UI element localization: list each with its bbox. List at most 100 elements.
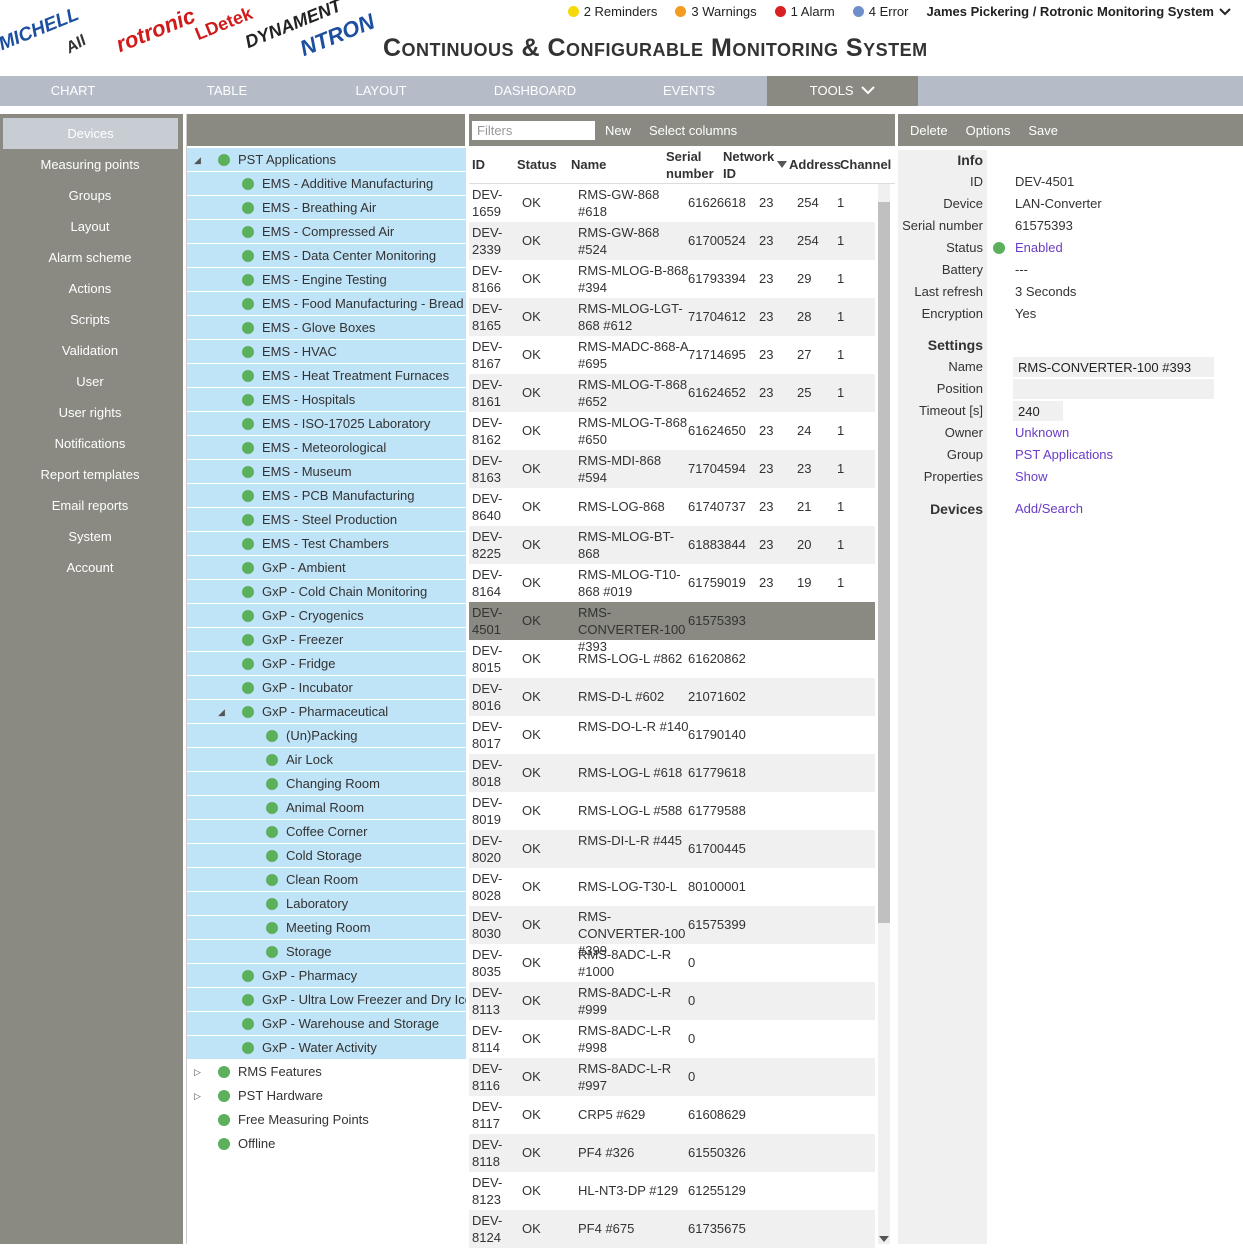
tree-item-ems-pcb-manufacturing[interactable]: EMS - PCB Manufacturing bbox=[187, 484, 466, 508]
filter-input[interactable] bbox=[472, 120, 595, 140]
name-field[interactable] bbox=[1013, 357, 1214, 377]
table-row[interactable]: DEV-8016 OK RMS-D-L #602 21071602 bbox=[469, 678, 875, 716]
tree-item-ems-additive-manufacturing[interactable]: EMS - Additive Manufacturing bbox=[187, 172, 466, 196]
tree-item-gxp-fridge[interactable]: GxP - Fridge bbox=[187, 652, 466, 676]
table-row[interactable]: DEV-8030 OK RMS-CONVERTER-100 #399 61575399 bbox=[469, 906, 875, 958]
scroll-down-arrow-icon[interactable] bbox=[879, 1236, 889, 1242]
tab-tools[interactable]: TOOLS bbox=[767, 76, 918, 106]
delete-button[interactable]: Delete bbox=[910, 123, 948, 138]
tree-item-animal-room[interactable]: Animal Room bbox=[187, 796, 466, 820]
tree-item-ems-engine-testing[interactable]: EMS - Engine Testing bbox=[187, 268, 466, 292]
tree-item-ems-data-center-monitoring[interactable]: EMS - Data Center Monitoring bbox=[187, 244, 466, 268]
tree-item-gxp-water-activity[interactable]: GxP - Water Activity bbox=[187, 1036, 466, 1060]
col-header-status[interactable]: Status bbox=[517, 156, 557, 173]
status-enabled-link[interactable]: Enabled bbox=[1015, 240, 1063, 255]
tree-item-ems-hvac[interactable]: EMS - HVAC bbox=[187, 340, 466, 364]
tree-item-gxp-incubator[interactable]: GxP - Incubator bbox=[187, 676, 466, 700]
collapse-icon[interactable]: ▷ bbox=[194, 1084, 201, 1108]
tab-dashboard[interactable]: DASHBOARD bbox=[462, 76, 608, 106]
sidebar-item-validation[interactable]: Validation bbox=[0, 335, 180, 366]
table-row[interactable]: DEV-8165 OK RMS-MLOG-LGT-868 #612 71704612 2… bbox=[469, 298, 875, 336]
collapse-icon[interactable]: ◢ bbox=[194, 148, 201, 171]
new-button[interactable]: New bbox=[605, 123, 631, 138]
tree-item-ems-steel-production[interactable]: EMS - Steel Production bbox=[187, 508, 466, 532]
collapse-icon[interactable]: ▷ bbox=[194, 1060, 201, 1084]
tree-item-gxp-freezer[interactable]: GxP - Freezer bbox=[187, 628, 466, 652]
table-row[interactable]: DEV-8640 OK RMS-LOG-868 61740737 23 21 1 bbox=[469, 488, 875, 526]
sidebar-item-measuring-points[interactable]: Measuring points bbox=[0, 149, 180, 180]
position-field[interactable] bbox=[1013, 379, 1214, 399]
tree-item-rms-features[interactable]: ▷ RMS Features bbox=[187, 1060, 466, 1084]
tree-item-ems-museum[interactable]: EMS - Museum bbox=[187, 460, 466, 484]
col-header-channel[interactable]: Channel bbox=[840, 156, 891, 173]
select-columns-button[interactable]: Select columns bbox=[649, 123, 737, 138]
sidebar-item-layout[interactable]: Layout bbox=[0, 211, 180, 242]
tab-events[interactable]: EVENTS bbox=[616, 76, 762, 106]
tree-item-ems-iso-17025-laboratory[interactable]: EMS - ISO-17025 Laboratory bbox=[187, 412, 466, 436]
table-row[interactable]: DEV-8167 OK RMS-MADC-868-A #695 71714695 23 2… bbox=[469, 336, 875, 374]
table-row[interactable]: DEV-8225 OK RMS-MLOG-BT-868 61883844 23 20 1 bbox=[469, 526, 875, 564]
tree-item-ems-hospitals[interactable]: EMS - Hospitals bbox=[187, 388, 466, 412]
tree-item-coffee-corner[interactable]: Coffee Corner bbox=[187, 820, 466, 844]
table-row[interactable]: DEV-8163 OK RMS-MDI-868 #594 71704594 23 23 1 bbox=[469, 450, 875, 488]
group-link[interactable]: PST Applications bbox=[1015, 447, 1113, 462]
table-row[interactable]: DEV-8035 OK RMS-8ADC-L-R #1000 0 bbox=[469, 944, 875, 982]
table-row[interactable]: DEV-8118 OK PF4 #326 61550326 bbox=[469, 1134, 875, 1172]
table-row[interactable]: DEV-8019 OK RMS-LOG-L #588 61779588 bbox=[469, 792, 875, 830]
sort-desc-icon[interactable] bbox=[777, 161, 787, 168]
tree-item-free-measuring-points[interactable]: Free Measuring Points bbox=[187, 1108, 466, 1132]
add-search-link[interactable]: Add/Search bbox=[1015, 501, 1083, 516]
tree-item-offline[interactable]: Offline bbox=[187, 1132, 466, 1156]
tree-item-ems-glove-boxes[interactable]: EMS - Glove Boxes bbox=[187, 316, 466, 340]
tree-item-gxp-cold-chain-monitoring[interactable]: GxP - Cold Chain Monitoring bbox=[187, 580, 466, 604]
tree-item-gxp-warehouse-and-storage[interactable]: GxP - Warehouse and Storage bbox=[187, 1012, 466, 1036]
table-row[interactable]: DEV-8015 OK RMS-LOG-L #862 61620862 bbox=[469, 640, 875, 678]
tab-table[interactable]: TABLE bbox=[154, 76, 300, 106]
col-header-name[interactable]: Name bbox=[571, 156, 606, 173]
sidebar-item-alarm-scheme[interactable]: Alarm scheme bbox=[0, 242, 180, 273]
tree-item-gxp-ultra-low-freezer-and-dry-ice[interactable]: GxP - Ultra Low Freezer and Dry Ice bbox=[187, 988, 466, 1012]
tree-item-pst-hardware[interactable]: ▷ PST Hardware bbox=[187, 1084, 466, 1108]
col-header-id[interactable]: ID bbox=[472, 156, 485, 173]
tree-item-ems-meteorological[interactable]: EMS - Meteorological bbox=[187, 436, 466, 460]
table-row[interactable]: DEV-8162 OK RMS-MLOG-T-868 #650 61624650 23 2… bbox=[469, 412, 875, 450]
table-row[interactable]: DEV-8124 OK PF4 #675 61735675 bbox=[469, 1210, 875, 1248]
sidebar-item-email-reports[interactable]: Email reports bbox=[0, 490, 180, 521]
table-row[interactable]: DEV-1659 OK RMS-GW-868 #618 61626618 23 254 1 bbox=[469, 184, 875, 222]
tree-item-cold-storage[interactable]: Cold Storage bbox=[187, 844, 466, 868]
reminders-indicator[interactable]: 2 Reminders bbox=[567, 4, 657, 19]
table-row[interactable]: DEV-8123 OK HL-NT3-DP #129 61255129 bbox=[469, 1172, 875, 1210]
tree-item-air-lock[interactable]: Air Lock bbox=[187, 748, 466, 772]
collapse-icon[interactable]: ◢ bbox=[218, 700, 225, 723]
tree-item-ems-food-manufacturing-bread[interactable]: EMS - Food Manufacturing - Bread bbox=[187, 292, 466, 316]
table-row[interactable]: DEV-8161 OK RMS-MLOG-T-868 #652 61624652 23 2… bbox=[469, 374, 875, 412]
sidebar-item-report-templates[interactable]: Report templates bbox=[0, 459, 180, 490]
tree-item-gxp-pharmaceutical[interactable]: ◢ GxP - Pharmaceutical bbox=[187, 700, 466, 724]
timeout-field[interactable] bbox=[1013, 401, 1063, 421]
user-menu[interactable]: James Pickering / Rotronic Monitoring Sy… bbox=[926, 4, 1231, 19]
tree-item-meeting-room[interactable]: Meeting Room bbox=[187, 916, 466, 940]
warnings-indicator[interactable]: 3 Warnings bbox=[675, 4, 757, 19]
options-button[interactable]: Options bbox=[966, 123, 1011, 138]
table-row[interactable]: DEV-8017 OK RMS-DO-L-R #140 61790140 bbox=[469, 716, 875, 754]
col-header-serial[interactable]: Serial number bbox=[666, 148, 718, 182]
tree-item-clean-room[interactable]: Clean Room bbox=[187, 868, 466, 892]
table-row[interactable]: DEV-8114 OK RMS-8ADC-L-R #998 0 bbox=[469, 1020, 875, 1058]
sidebar-item-user[interactable]: User bbox=[0, 366, 180, 397]
tree-item-storage[interactable]: Storage bbox=[187, 940, 466, 964]
owner-link[interactable]: Unknown bbox=[1015, 425, 1069, 440]
table-scrollbar-thumb[interactable] bbox=[878, 202, 890, 923]
tree-item-un-packing[interactable]: (Un)Packing bbox=[187, 724, 466, 748]
table-row[interactable]: DEV-8164 OK RMS-MLOG-T10-868 #019 61759019 2… bbox=[469, 564, 875, 602]
alarm-indicator[interactable]: 1 Alarm bbox=[774, 4, 835, 19]
table-row[interactable]: DEV-8020 OK RMS-DI-L-R #445 61700445 bbox=[469, 830, 875, 868]
tree-item-gxp-pharmacy[interactable]: GxP - Pharmacy bbox=[187, 964, 466, 988]
table-row[interactable]: DEV-8116 OK RMS-8ADC-L-R #997 0 bbox=[469, 1058, 875, 1096]
error-indicator[interactable]: 4 Error bbox=[852, 4, 908, 19]
sidebar-item-groups[interactable]: Groups bbox=[0, 180, 180, 211]
sidebar-item-scripts[interactable]: Scripts bbox=[0, 304, 180, 335]
table-row[interactable]: DEV-8166 OK RMS-MLOG-B-868 #394 61793394 23 2… bbox=[469, 260, 875, 298]
col-header-address[interactable]: Address bbox=[789, 156, 841, 173]
save-button[interactable]: Save bbox=[1028, 123, 1058, 138]
table-row[interactable]: DEV-4501 OK RMS-CONVERTER-100 #393 61575393 bbox=[469, 602, 875, 654]
